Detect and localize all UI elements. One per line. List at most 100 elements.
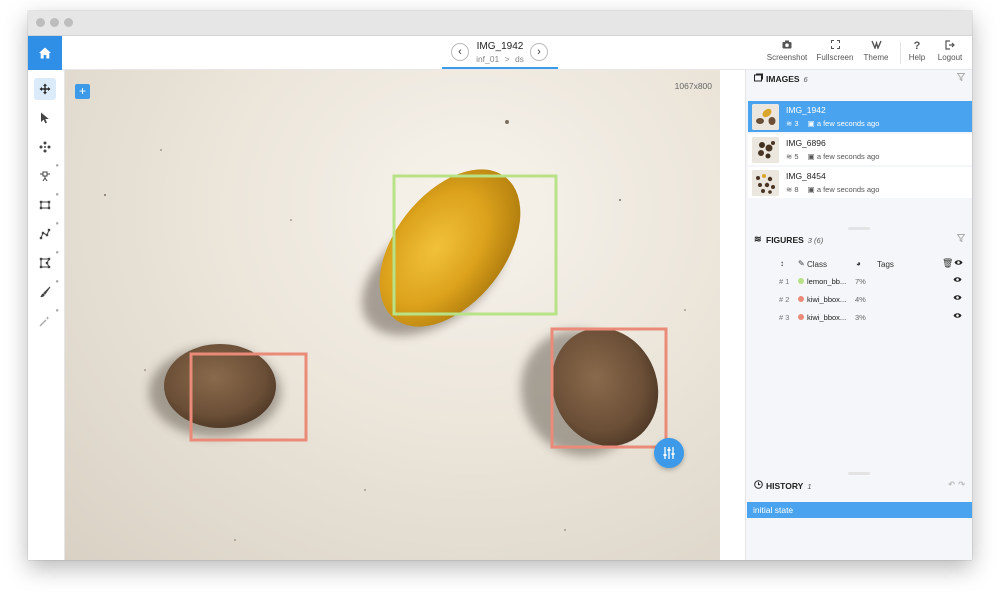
breadcrumb-dataset[interactable]: ds <box>515 54 524 64</box>
figure-class: kiwi_bbox... <box>807 295 847 304</box>
points-tool-button[interactable] <box>34 136 56 158</box>
home-icon <box>39 47 51 59</box>
sort-icon[interactable]: ↕ <box>780 259 784 268</box>
figure-number: # 1 <box>779 277 790 286</box>
image-list-item[interactable]: IMG_8454 ≋ 8 ▣ a few seconds ago <box>748 167 972 198</box>
tool-shortcut-hint: ● <box>55 163 59 169</box>
theme-icon <box>860 40 892 53</box>
eye-icon[interactable] <box>953 294 962 303</box>
class-column-header[interactable]: Class <box>807 260 827 269</box>
image-time: a few seconds ago <box>816 119 880 128</box>
eye-icon[interactable] <box>954 259 963 268</box>
fullscreen-label: Fullscreen <box>816 53 854 62</box>
image-list-item[interactable]: IMG_1942 ≋ 3 ▣ a few seconds ago <box>748 101 972 132</box>
eye-icon[interactable] <box>953 276 962 285</box>
polygon-tool-button[interactable]: ● <box>34 250 59 274</box>
history-item-label: initial state <box>753 505 794 515</box>
history-item[interactable]: initial state <box>747 502 972 518</box>
calendar-icon: ▣ <box>807 152 815 161</box>
app-window: ‹ IMG_1942 inf_01 > ds › Screenshot Full… <box>28 11 972 560</box>
breadcrumb-project[interactable]: inf_01 <box>476 54 499 64</box>
images-icon <box>754 73 763 84</box>
camera-icon <box>764 40 810 53</box>
polyline-tool-button[interactable]: ● <box>34 221 59 245</box>
redo-icon[interactable]: ↷ <box>958 480 965 489</box>
figure-row[interactable]: # 1 lemon_bb... 7% <box>746 273 972 290</box>
next-image-button[interactable]: › <box>530 43 548 61</box>
tool-shortcut-hint: ● <box>55 250 59 256</box>
layers-icon: ≋ <box>786 119 793 128</box>
image-time: a few seconds ago <box>816 185 880 194</box>
figure-count: 3 <box>794 119 799 128</box>
resize-handle[interactable] <box>848 472 870 475</box>
sliders-icon <box>663 447 675 459</box>
theme-button[interactable]: Theme <box>860 40 892 62</box>
image-time: a few seconds ago <box>816 152 880 161</box>
logout-label: Logout <box>937 53 963 62</box>
smart-tool-button[interactable]: ● <box>34 308 59 332</box>
screenshot-button[interactable]: Screenshot <box>764 40 810 62</box>
history-count: 1 <box>807 482 812 491</box>
fullscreen-button[interactable]: Fullscreen <box>814 40 856 62</box>
calendar-icon: ▣ <box>807 119 815 128</box>
image-meta: ≋ 3 ▣ a few seconds ago <box>786 119 879 128</box>
class-color-dot <box>798 314 804 320</box>
image-meta: ≋ 5 ▣ a few seconds ago <box>786 152 879 161</box>
help-label: Help <box>908 53 926 62</box>
figure-number: # 2 <box>779 295 790 304</box>
figure-area: 3% <box>855 313 866 322</box>
tool-shortcut-hint: ● <box>55 192 59 198</box>
figures-count: 3 (6) <box>807 236 824 245</box>
image-canvas[interactable]: + 1067x800 <box>65 70 720 560</box>
undo-icon[interactable]: ↶ <box>948 480 955 489</box>
history-section-header: HISTORY 1 ↶ ↷ <box>746 477 972 495</box>
tags-column-header[interactable]: Tags <box>877 260 894 269</box>
magic-wand-icon <box>39 316 50 327</box>
minimize-window-button[interactable] <box>50 18 59 27</box>
image-name: IMG_8454 <box>786 171 826 181</box>
figure-row[interactable]: # 3 kiwi_bbox... 3% <box>746 309 972 326</box>
theme-label: Theme <box>863 53 889 62</box>
close-window-button[interactable] <box>36 18 45 27</box>
images-title: IMAGES <box>766 74 800 84</box>
window-titlebar <box>28 11 972 36</box>
breadcrumb: inf_01 > ds <box>458 54 542 64</box>
add-button[interactable]: + <box>75 84 90 99</box>
maximize-window-button[interactable] <box>64 18 73 27</box>
figure-row[interactable]: # 2 kiwi_bbox... 4% <box>746 291 972 308</box>
figures-filter-icon[interactable] <box>956 234 966 244</box>
trash-icon[interactable]: 🗑 <box>942 258 953 269</box>
resize-handle[interactable] <box>848 227 870 230</box>
images-filter-icon[interactable] <box>956 73 966 83</box>
logout-button[interactable]: Logout <box>933 40 967 62</box>
image-name: IMG_6896 <box>786 138 826 148</box>
polygon-icon <box>39 257 51 269</box>
right-panel: IMAGES 6 IMG_1942 ≋ 3 ▣ a few seconds ago… <box>745 70 972 560</box>
settings-fab-button[interactable] <box>654 438 684 468</box>
breadcrumb-separator: > <box>504 54 510 64</box>
polyline-icon <box>39 228 51 240</box>
logout-icon <box>933 40 967 53</box>
layers-icon: ≋ <box>786 152 793 161</box>
figure-count: 8 <box>794 185 799 194</box>
image-list-item[interactable]: IMG_6896 ≋ 5 ▣ a few seconds ago <box>748 134 972 165</box>
rectangle-tool-button[interactable]: ● <box>34 192 59 216</box>
layers-icon: ≋ <box>754 234 762 244</box>
toolbar-divider <box>900 42 901 64</box>
fullscreen-icon <box>814 40 856 53</box>
select-tool-button[interactable] <box>34 107 56 129</box>
figure-count: 5 <box>794 152 799 161</box>
brush-tool-button[interactable]: ● <box>34 279 59 303</box>
point-tool-button[interactable]: ● <box>34 163 59 187</box>
figures-title: FIGURES <box>766 235 804 245</box>
annotated-photo[interactable] <box>65 70 720 560</box>
layers-icon: ≋ <box>786 185 793 194</box>
image-size-label: 1067x800 <box>674 81 712 91</box>
figure-class: lemon_bb... <box>807 277 847 286</box>
eye-icon[interactable] <box>953 312 962 321</box>
help-button[interactable]: ? Help <box>904 40 930 62</box>
calendar-icon: ▣ <box>807 185 815 194</box>
tool-shortcut-hint: ● <box>55 308 59 314</box>
move-tool-button[interactable] <box>34 78 56 100</box>
home-button[interactable] <box>28 36 62 70</box>
